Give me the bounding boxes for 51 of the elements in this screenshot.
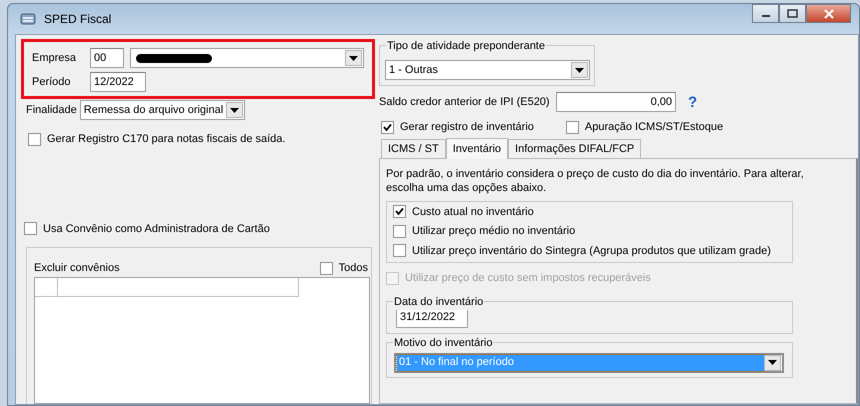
caret-icon — [230, 108, 239, 112]
minimize-button[interactable] — [752, 4, 779, 23]
checkbox[interactable] — [24, 222, 37, 236]
checkbox-label: Todos — [338, 261, 368, 276]
checkbox[interactable] — [393, 205, 406, 218]
amount-field[interactable]: 0,00 — [556, 92, 676, 112]
app-icon — [20, 12, 36, 26]
dropdown-button[interactable] — [764, 354, 781, 370]
field-label: Período — [32, 74, 72, 90]
checkbox[interactable] — [28, 132, 41, 146]
grid-cell — [35, 278, 58, 296]
checkbox-label: Utilizar preço inventário do Sintegra (Agrupa produtos que utilizam grade) — [412, 244, 771, 258]
checkbox[interactable] — [393, 224, 406, 238]
checkbox-label: Gerar Registro C170 para notas fiscais de saída. — [47, 132, 286, 147]
help-icon[interactable]: ? — [688, 94, 698, 110]
dropdown-button[interactable] — [571, 62, 588, 78]
dropdown-button[interactable] — [226, 102, 243, 118]
checkbox[interactable] — [393, 244, 406, 258]
field-label: Saldo credor anterior de IPI (E520) — [379, 94, 551, 110]
checkbox[interactable] — [566, 120, 579, 134]
tab[interactable]: ICMS / ST — [381, 138, 446, 158]
checkbox[interactable] — [381, 120, 394, 134]
period-field[interactable]: 12/2022 — [90, 72, 146, 92]
section-label: Excluir convênios — [34, 261, 120, 276]
caret-icon — [349, 56, 358, 60]
company-dropdown[interactable] — [130, 48, 364, 68]
activity-dropdown[interactable]: 1 - Outras — [385, 60, 590, 80]
group-legend: Tipo de atividade preponderante — [386, 38, 546, 54]
tab[interactable]: Informações DIFAL/FCP — [508, 138, 642, 158]
checkbox-label: Utilizar preço médio no inventário — [412, 224, 576, 239]
checkbox-label: Apuração ICMS/ST/Estoque — [584, 120, 724, 135]
caret-icon — [768, 360, 777, 365]
close-icon — [822, 8, 834, 18]
window-title: SPED Fiscal — [44, 11, 112, 28]
maximize-button[interactable] — [779, 4, 806, 23]
caret-icon — [575, 68, 584, 72]
group-legend: Data do inventário — [393, 294, 484, 310]
field-label: Finalidade — [26, 102, 77, 118]
tab[interactable]: Inventário — [446, 138, 508, 158]
purpose-dropdown[interactable]: Remessa do arquivo original — [80, 100, 245, 120]
close-button[interactable] — [806, 4, 851, 23]
field-label: Empresa — [32, 50, 78, 66]
description-text: Por padrão, o inventário considera o preço de custo do dia do inventário. Para alterar, escolha uma das opções abaixo. — [386, 166, 805, 194]
checkbox-label: Custo atual no inventário — [412, 204, 534, 220]
code-field[interactable]: 00 — [90, 48, 124, 68]
dropdown-button[interactable] — [345, 50, 362, 66]
checkbox-label: Usa Convênio como Administradora de Cartão — [43, 222, 270, 236]
checkbox-label: Gerar registro de inventário — [400, 120, 534, 135]
maximize-icon — [787, 9, 798, 18]
checkbox[interactable] — [320, 262, 333, 275]
checkbox-label: Utilizar preço de custo sem impostos recuperáveis — [405, 271, 651, 286]
